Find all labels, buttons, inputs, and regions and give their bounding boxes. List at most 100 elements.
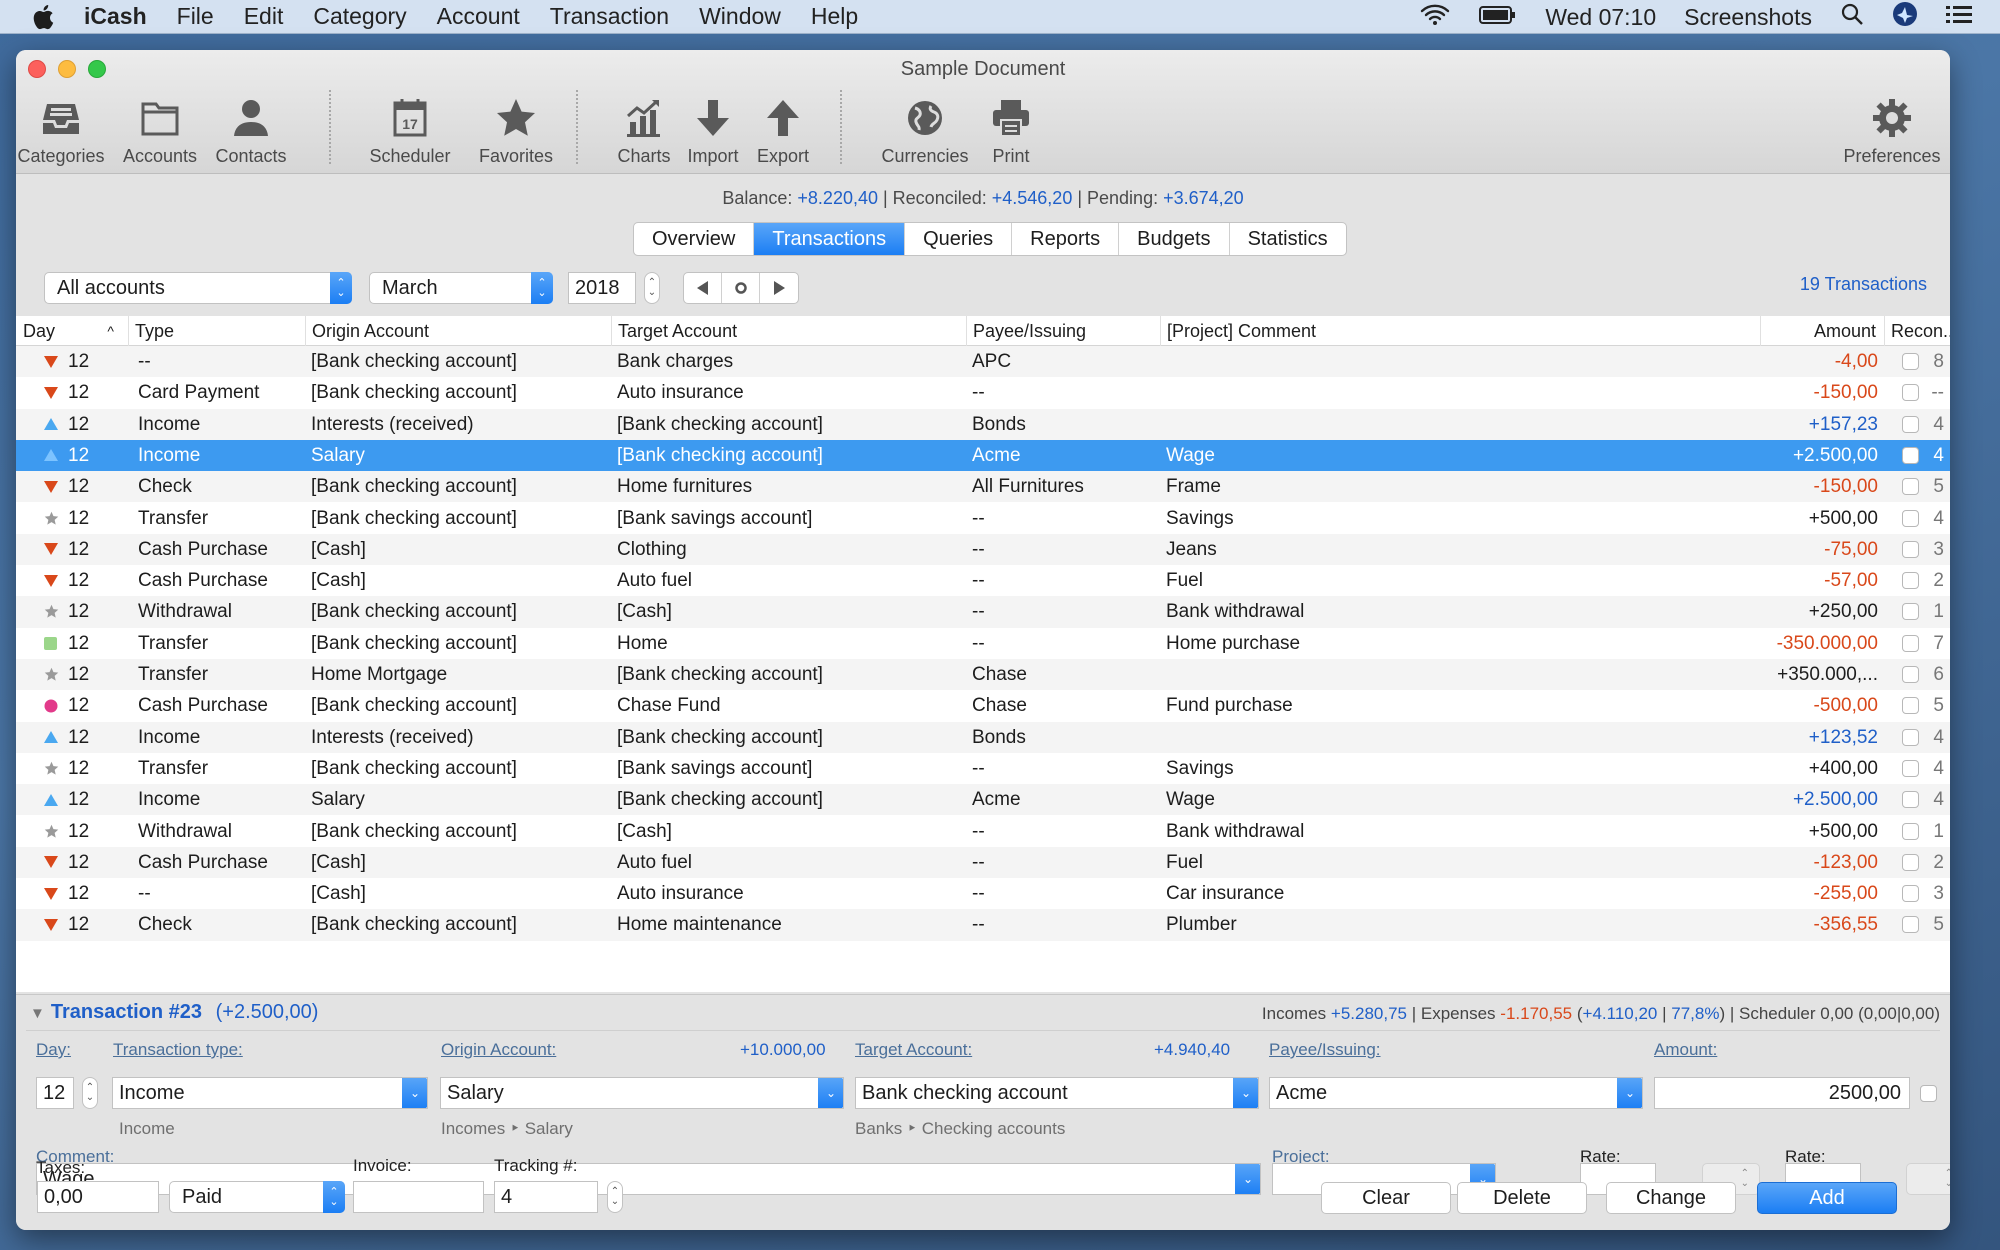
tab-budgets[interactable]: Budgets	[1119, 223, 1230, 255]
menu-user[interactable]: Screenshots	[1684, 4, 1812, 31]
table-row[interactable]: 12 Check [Bank checking account] Home furni…	[16, 471, 1950, 503]
reconciled-checkbox[interactable]	[1902, 634, 1919, 652]
change-button[interactable]: Change	[1606, 1182, 1736, 1214]
column-header-origin[interactable]: Origin Account	[305, 316, 611, 346]
target-account-label[interactable]: Target Account:	[855, 1040, 972, 1060]
tracking-field[interactable]: 4	[494, 1181, 598, 1213]
target-account-combo[interactable]: Bank checking account ⌄	[855, 1077, 1259, 1109]
reconciled-checkbox[interactable]	[1902, 415, 1919, 433]
table-row[interactable]: 12 Transfer [Bank checking account] [Bank s…	[16, 752, 1950, 785]
table-row[interactable]: 12 Income Interests (received) [Bank checki…	[16, 408, 1950, 440]
toolbar-charts-button[interactable]: Charts	[612, 96, 676, 167]
menu-app-name[interactable]: iCash	[84, 3, 147, 30]
siri-icon[interactable]	[1892, 1, 1918, 33]
reconciled-checkbox[interactable]	[1902, 697, 1919, 715]
menu-transaction[interactable]: Transaction	[550, 3, 669, 30]
menu-account[interactable]: Account	[437, 3, 520, 30]
origin-account-label[interactable]: Origin Account:	[441, 1040, 556, 1060]
table-row[interactable]: 12 Transfer Home Mortgage [Bank checking ac…	[16, 659, 1950, 691]
reconciled-checkbox[interactable]	[1902, 885, 1919, 903]
reconciled-checkbox[interactable]	[1902, 384, 1919, 402]
toolbar-preferences-button[interactable]: Preferences	[1842, 96, 1942, 167]
column-header-type[interactable]: Type	[128, 316, 314, 346]
detail-title[interactable]: ▼ Transaction #23 (+2.500,00)	[30, 1001, 318, 1024]
table-row[interactable]: 12 Cash Purchase [Cash] Auto fuel -- Fuel -123…	[16, 846, 1950, 879]
reconciled-checkbox[interactable]	[1902, 540, 1919, 558]
table-row[interactable]: 12 Income Salary [Bank checking account] Acm…	[16, 439, 1950, 472]
column-header-amount[interactable]: Amount	[1760, 316, 1884, 346]
column-header-payee[interactable]: Payee/Issuing	[966, 316, 1160, 346]
table-row[interactable]: 12 -- [Bank checking account] Bank charges A…	[16, 346, 1950, 378]
table-row[interactable]: 12 Income Salary [Bank checking account] Acm…	[16, 784, 1950, 816]
delete-button[interactable]: Delete	[1457, 1182, 1587, 1214]
menu-help[interactable]: Help	[811, 3, 858, 30]
tab-transactions[interactable]: Transactions	[754, 223, 906, 255]
tab-statistics[interactable]: Statistics	[1230, 223, 1346, 255]
amount-label[interactable]: Amount:	[1654, 1040, 1717, 1060]
menu-edit[interactable]: Edit	[244, 3, 284, 30]
reconciled-checkbox[interactable]	[1902, 791, 1919, 809]
day-label[interactable]: Day:	[36, 1040, 71, 1060]
table-row[interactable]: 12 Cash Purchase [Bank checking account] Ch…	[16, 690, 1950, 722]
menu-window[interactable]: Window	[699, 3, 781, 30]
reconciled-checkbox[interactable]	[1902, 478, 1919, 496]
next-period-button[interactable]	[760, 273, 798, 303]
battery-icon[interactable]	[1479, 4, 1517, 31]
table-row[interactable]: 12 Transfer [Bank checking account] [Bank s…	[16, 502, 1950, 534]
chevron-down-icon[interactable]: ⌄	[1233, 1078, 1258, 1108]
add-button[interactable]: Add	[1757, 1182, 1897, 1214]
column-header-comment[interactable]: [Project] Comment	[1160, 316, 1760, 346]
table-row[interactable]: 12 Cash Purchase [Cash] Clothing -- Jeans -75,…	[16, 533, 1950, 566]
year-stepper[interactable]: ⌃ ⌄	[644, 272, 660, 304]
transaction-type-label[interactable]: Transaction type:	[113, 1040, 243, 1060]
reconciled-checkbox[interactable]	[1902, 666, 1919, 683]
origin-account-combo[interactable]: Salary ⌄	[440, 1077, 844, 1109]
column-header-target[interactable]: Target Account	[611, 316, 966, 346]
reconciled-checkbox[interactable]	[1902, 916, 1919, 934]
menu-category[interactable]: Category	[313, 3, 406, 30]
chevron-down-icon[interactable]: ⌄	[818, 1078, 843, 1108]
column-header-day[interactable]: Day ^	[16, 316, 126, 346]
toolbar-scheduler-button[interactable]: 17 Scheduler	[368, 96, 452, 167]
reconciled-checkbox[interactable]	[1902, 446, 1919, 464]
table-row[interactable]: 12 Withdrawal [Bank checking account] [Cash…	[16, 815, 1950, 847]
table-row[interactable]: 12 Cash Purchase [Cash] Auto fuel -- Fuel -57,…	[16, 565, 1950, 597]
menu-clock[interactable]: Wed 07:10	[1545, 4, 1656, 31]
toolbar-currencies-button[interactable]: Currencies	[878, 96, 972, 167]
menu-file[interactable]: File	[177, 3, 214, 30]
invoice-field[interactable]	[353, 1181, 484, 1213]
tax-status-select[interactable]: Paid ⌃ ⌄	[169, 1181, 345, 1213]
wifi-icon[interactable]	[1419, 2, 1451, 32]
current-period-button[interactable]	[722, 273, 760, 303]
toolbar-accounts-button[interactable]: Accounts	[123, 96, 197, 167]
month-filter-select[interactable]: March ⌃ ⌄	[369, 272, 553, 304]
toolbar-favorites-button[interactable]: Favorites	[476, 96, 556, 167]
previous-period-button[interactable]	[684, 273, 722, 303]
tab-queries[interactable]: Queries	[905, 223, 1013, 255]
clear-button[interactable]: Clear	[1321, 1182, 1451, 1214]
reconciled-checkbox[interactable]	[1902, 572, 1919, 590]
toolbar-export-button[interactable]: Export	[750, 96, 816, 167]
column-header-reconciled[interactable]: Recon...	[1884, 316, 1950, 346]
reconciled-checkbox[interactable]	[1902, 853, 1919, 871]
day-field[interactable]: 12	[36, 1077, 74, 1109]
reconciled-checkbox[interactable]	[1902, 353, 1919, 370]
apple-icon[interactable]	[30, 3, 56, 31]
transaction-type-combo[interactable]: Income ⌄	[112, 1077, 428, 1109]
reconciled-checkbox[interactable]	[1902, 728, 1919, 746]
amount-field[interactable]: 2500,00	[1654, 1077, 1910, 1109]
table-row[interactable]: 12 Withdrawal [Bank checking account] [Cash…	[16, 596, 1950, 628]
disclosure-triangle-icon[interactable]: ▼	[30, 1005, 45, 1022]
spotlight-search-icon[interactable]	[1840, 2, 1864, 32]
account-filter-select[interactable]: All accounts ⌃ ⌄	[44, 272, 352, 304]
taxes-field[interactable]: 0,00	[37, 1181, 159, 1213]
toolbar-categories-button[interactable]: Categories	[17, 96, 105, 167]
amount-checkbox[interactable]	[1920, 1085, 1937, 1102]
year-field[interactable]: 2018	[568, 272, 636, 304]
notification-center-icon[interactable]	[1946, 4, 1972, 31]
reconciled-checkbox[interactable]	[1902, 822, 1919, 840]
table-row[interactable]: 12 Transfer [Bank checking account] Home -- H…	[16, 627, 1950, 659]
table-row[interactable]: 12 Card Payment [Bank checking account] Aut…	[16, 377, 1950, 409]
toolbar-contacts-button[interactable]: Contacts	[214, 96, 288, 167]
payee-label[interactable]: Payee/Issuing:	[1269, 1040, 1381, 1060]
